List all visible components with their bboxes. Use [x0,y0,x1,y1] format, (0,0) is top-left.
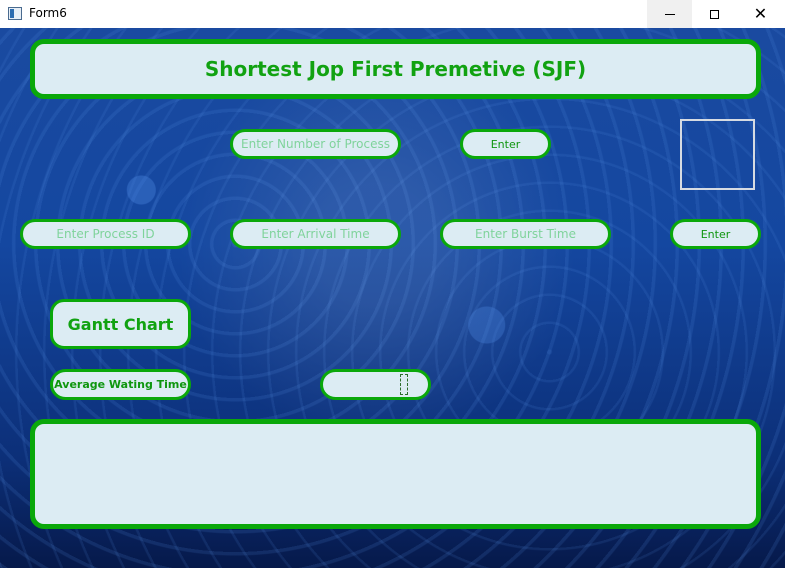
title-bar: Form6 ✕ [0,0,785,28]
average-waiting-time-output[interactable] [320,369,431,400]
gantt-chart-button[interactable]: Gantt Chart [50,299,191,349]
minimize-icon [664,13,675,15]
close-icon: ✕ [753,4,768,23]
form-client-area: Shortest Jop First Premetive (SJF) Enter… [0,28,785,568]
arrival-time-input[interactable]: Enter Arrival Time [230,219,401,249]
average-waiting-time-button[interactable]: Average Wating Time [50,369,191,400]
text-caret [400,374,408,395]
maximize-button[interactable] [692,0,737,28]
process-id-input[interactable]: Enter Process ID [20,219,191,249]
close-button[interactable]: ✕ [738,0,783,28]
page-title: Shortest Jop First Premetive (SJF) [30,39,761,99]
window-title: Form6 [29,6,67,20]
enter-process-details-button[interactable]: Enter [670,219,761,249]
gantt-chart-output-panel [30,419,761,529]
burst-time-input[interactable]: Enter Burst Time [440,219,611,249]
maximize-icon [710,9,719,19]
app-window: Form6 ✕ Shortest Jop First Premetive (SJ… [0,0,785,568]
picture-box [680,119,755,190]
minimize-button[interactable] [647,0,692,28]
form-window-icon [8,7,22,20]
number-of-process-input[interactable]: Enter Number of Process [230,129,401,159]
enter-process-count-button[interactable]: Enter [460,129,551,159]
